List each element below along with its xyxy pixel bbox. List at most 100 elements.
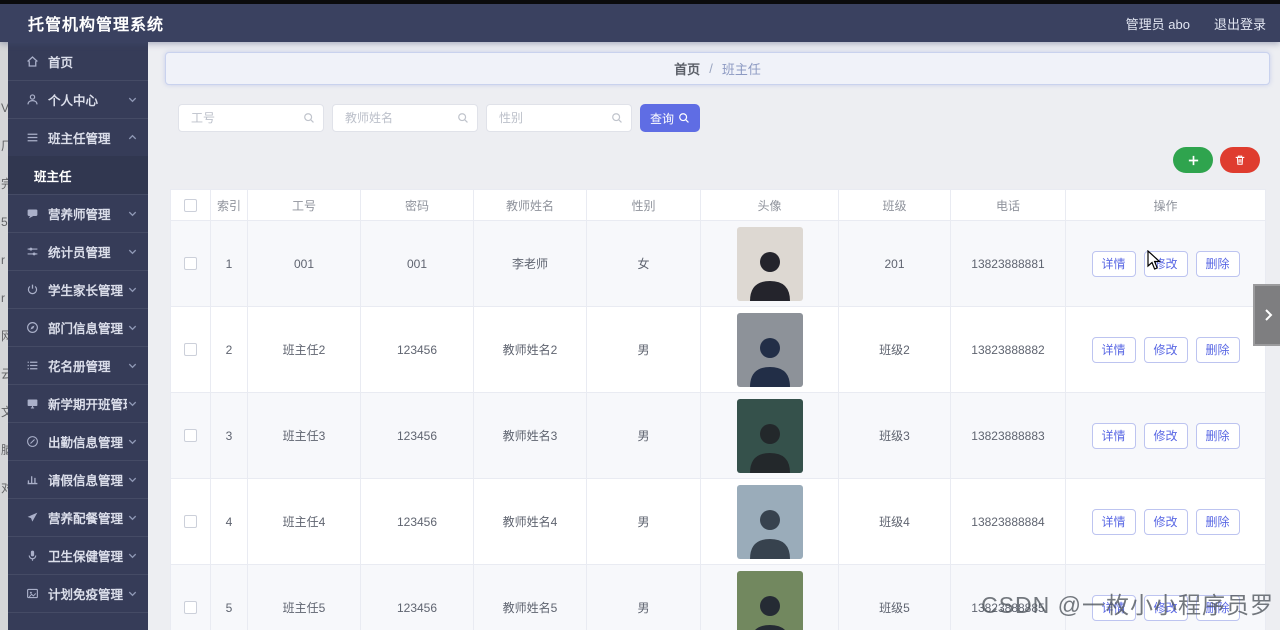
detail-button[interactable]: 详情 <box>1091 336 1136 363</box>
sidebar-item[interactable]: 计划免疫管理 <box>8 574 148 612</box>
delete-button[interactable]: 删除 <box>1195 250 1240 277</box>
chevron-down-icon <box>127 246 138 257</box>
bar-chart-icon <box>25 473 39 487</box>
search-input[interactable] <box>179 111 293 125</box>
detail-button[interactable]: 详情 <box>1091 250 1136 277</box>
avatar <box>736 226 803 301</box>
table-toolbar <box>148 147 1260 173</box>
desktop-bleed-glyph: r <box>1 291 5 305</box>
column-header: 索引 <box>210 189 248 221</box>
column-header: 班级 <box>838 189 951 221</box>
cell-password: 123456 <box>360 478 474 565</box>
row-checkbox[interactable] <box>184 515 197 528</box>
sidebar-item[interactable]: 学生家长管理 <box>8 270 148 308</box>
row-checkbox[interactable] <box>184 429 197 442</box>
desktop-bleed-glyph: 完 <box>1 177 8 191</box>
delete-button[interactable]: 删除 <box>1195 422 1240 449</box>
delete-button[interactable]: 删除 <box>1195 336 1240 363</box>
chevron-down-icon <box>127 512 138 523</box>
sidebar-item-label: 新学期开班管理 <box>48 398 127 412</box>
batch-delete-button[interactable] <box>1220 147 1260 173</box>
column-header: 教师姓名 <box>473 189 587 221</box>
desktop-bleed-glyph: V <box>1 101 8 115</box>
cell-index: 3 <box>210 392 248 479</box>
delete-button[interactable]: 删除 <box>1195 508 1240 535</box>
compass-icon <box>25 321 39 335</box>
cell-index: 1 <box>210 220 248 307</box>
sidebar: 首页 个人中心 班主任管理 班主任 营养师管理 统计员管理 学生家长管理 部门信… <box>8 42 148 630</box>
cell-work-id: 班主任2 <box>247 306 361 393</box>
edit-button[interactable]: 修改 <box>1143 422 1188 449</box>
query-button[interactable]: 查询 <box>640 104 700 132</box>
chevron-down-icon <box>127 94 138 105</box>
app-header: 托管机构管理系统 管理员 abo 退出登录 <box>0 4 1280 42</box>
sidebar-item[interactable]: 新学期开班管理 <box>8 384 148 422</box>
panel-expand-toggle[interactable] <box>1253 284 1280 346</box>
cell-class: 班级4 <box>838 478 951 565</box>
cell-teacher-name: 教师姓名4 <box>473 478 587 565</box>
person-silhouette-icon <box>749 337 790 387</box>
search-input[interactable] <box>487 111 601 125</box>
detail-button[interactable]: 详情 <box>1091 422 1136 449</box>
window-top-strip <box>0 0 1280 4</box>
monitor-icon <box>25 397 39 411</box>
search-icon <box>678 112 690 124</box>
edit-button[interactable]: 修改 <box>1143 250 1188 277</box>
detail-button[interactable]: 详情 <box>1091 508 1136 535</box>
sidebar-item-label: 出勤信息管理 <box>48 436 124 450</box>
add-button[interactable] <box>1173 147 1213 173</box>
search-input[interactable] <box>333 111 447 125</box>
row-checkbox[interactable] <box>184 257 197 270</box>
edit-button[interactable]: 修改 <box>1143 508 1188 535</box>
sidebar-item[interactable]: 营养师管理 <box>8 194 148 232</box>
edit-icon <box>25 435 39 449</box>
sidebar-item[interactable]: 出勤信息管理 <box>8 422 148 460</box>
logout-link[interactable]: 退出登录 <box>1214 14 1266 33</box>
sidebar-item[interactable]: 请假信息管理 <box>8 460 148 498</box>
row-checkbox[interactable] <box>184 343 197 356</box>
chevron-down-icon <box>127 398 138 409</box>
sidebar-item-label: 个人中心 <box>48 94 99 108</box>
query-button-label: 查询 <box>649 111 674 126</box>
cell-password: 123456 <box>360 306 474 393</box>
csdn-watermark: CSDN @一枚小小程序员罗 <box>981 592 1274 618</box>
chevron-up-icon <box>127 132 138 143</box>
cell-gender: 男 <box>586 478 701 565</box>
desktop-bleed-glyph: 文 <box>1 405 8 419</box>
sidebar-item-label: 班主任 <box>34 169 72 184</box>
sidebar-item[interactable]: 部门信息管理 <box>8 308 148 346</box>
sidebar-item[interactable]: 班主任 <box>8 156 148 194</box>
sidebar-item[interactable]: 花名册管理 <box>8 346 148 384</box>
select-all-header-cell <box>170 189 211 221</box>
person-silhouette-icon <box>749 423 790 473</box>
row-checkbox[interactable] <box>184 601 197 614</box>
main-content: 首页 / 班主任 工号 教师姓名 性别 查询 索引 工号 密码 教师姓名 性别 … <box>148 42 1280 630</box>
avatar <box>736 312 803 387</box>
sidebar-item[interactable]: 统计员管理 <box>8 232 148 270</box>
power-icon <box>25 283 39 297</box>
table-row: 4 班主任4 123456 教师姓名4 男 班级4 13823888884 详情… <box>170 478 1266 565</box>
sidebar-item[interactable]: 首页 <box>8 42 148 80</box>
sidebar-item[interactable]: 营养配餐管理 <box>8 498 148 536</box>
chevron-right-icon <box>1262 307 1274 323</box>
current-user-label: 管理员 abo <box>1125 16 1190 32</box>
cell-class: 班级2 <box>838 306 951 393</box>
breadcrumb-home-link[interactable]: 首页 <box>674 59 700 78</box>
sidebar-item[interactable]: 班主任管理 <box>8 118 148 156</box>
sidebar-item[interactable]: 卫生保健管理 <box>8 536 148 574</box>
sidebar-item[interactable]: 个人中心 <box>8 80 148 118</box>
teacher-table: 索引 工号 密码 教师姓名 性别 头像 班级 电话 操作 1 001 001 李… <box>170 189 1266 630</box>
menu-icon <box>25 131 39 145</box>
sliders-icon <box>25 245 39 259</box>
edit-button[interactable]: 修改 <box>1143 336 1188 363</box>
cell-gender: 女 <box>586 220 701 307</box>
sidebar-item-label: 统计员管理 <box>48 246 111 260</box>
column-header: 电话 <box>950 189 1066 221</box>
cell-class: 201 <box>838 220 951 307</box>
avatar <box>736 398 803 473</box>
sidebar-item-label: 请假信息管理 <box>48 474 124 488</box>
select-all-checkbox[interactable] <box>184 198 197 212</box>
chevron-down-icon <box>127 550 138 561</box>
sidebar-item-label: 部门信息管理 <box>48 322 124 336</box>
chevron-down-icon <box>127 360 138 371</box>
